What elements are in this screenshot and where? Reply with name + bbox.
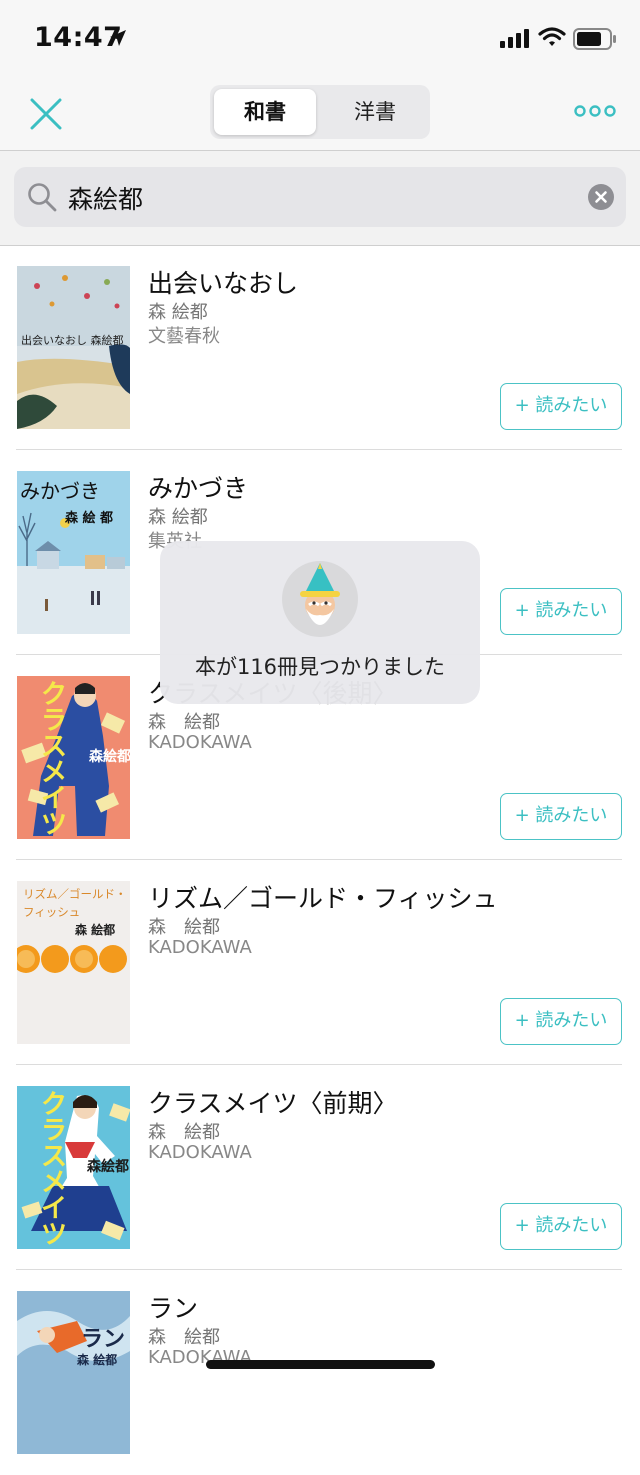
want-to-read-button[interactable]: + 読みたい bbox=[500, 793, 622, 840]
book-row[interactable]: リズム／ゴールド・フィッシュ 森 絵都 リズム／ゴールド・フィッシュ 森 絵都 … bbox=[0, 861, 640, 1065]
segment-western-books[interactable]: 洋書 bbox=[324, 89, 426, 135]
book-row[interactable]: ラン 森 絵都 ラン 森 絵都 KADOKAWA bbox=[0, 1271, 640, 1475]
want-to-read-button[interactable]: + 読みたい bbox=[500, 588, 622, 635]
search-icon bbox=[28, 183, 57, 212]
want-to-read-button[interactable]: + 読みたい bbox=[500, 998, 622, 1045]
book-publisher: KADOKAWA bbox=[148, 937, 252, 958]
book-cover: クラスメイツ 森絵都 bbox=[17, 676, 130, 839]
cover-text: リズム／ゴールド・フィッシュ bbox=[23, 887, 127, 919]
book-cover: ラン 森 絵都 bbox=[17, 1291, 130, 1454]
row-divider bbox=[16, 859, 622, 860]
book-row[interactable]: 出会いなおし 森絵都 出会いなおし 森 絵都 文藝春秋 + 読みたい bbox=[0, 246, 640, 450]
book-cover: 出会いなおし 森絵都 bbox=[17, 266, 130, 429]
want-to-read-button[interactable]: + 読みたい bbox=[500, 383, 622, 430]
cover-subtext: 森絵都 bbox=[89, 749, 130, 765]
location-arrow-icon bbox=[110, 30, 126, 46]
cover-text: クラスメイツ bbox=[41, 680, 68, 839]
results-toast: 本が116冊見つかりました bbox=[160, 541, 480, 704]
search-query[interactable]: 森絵都 bbox=[68, 180, 143, 216]
cover-text: クラスメイツ bbox=[41, 1090, 68, 1249]
cover-text: みかづき bbox=[20, 479, 100, 503]
book-author: 森 絵都 bbox=[148, 1122, 220, 1143]
book-publisher: 文藝春秋 bbox=[148, 326, 220, 347]
status-bar: 14:47 bbox=[0, 0, 640, 80]
row-divider bbox=[16, 1269, 622, 1270]
cover-subtext: 森 絵 都 bbox=[65, 511, 114, 526]
book-title[interactable]: リズム／ゴールド・フィッシュ bbox=[148, 879, 498, 915]
top-bar: 14:47 和書 洋書 bbox=[0, 0, 640, 150]
book-author: 森 絵都 bbox=[148, 302, 208, 323]
book-author: 森 絵都 bbox=[148, 712, 220, 733]
home-indicator bbox=[206, 1360, 435, 1369]
book-author: 森 絵都 bbox=[148, 507, 208, 528]
row-divider bbox=[16, 1064, 622, 1065]
toast-message: 本が116冊見つかりました bbox=[194, 655, 446, 679]
cover-subtext: 森 絵都 bbox=[75, 923, 116, 937]
cellular-signal-icon bbox=[500, 29, 529, 48]
book-publisher: KADOKAWA bbox=[148, 1142, 252, 1163]
wifi-icon bbox=[538, 27, 566, 46]
book-cover: クラスメイツ 森絵都 bbox=[17, 1086, 130, 1249]
cover-subtext: 森 絵都 bbox=[77, 1353, 118, 1367]
segment-japanese-books[interactable]: 和書 bbox=[214, 89, 316, 135]
book-row[interactable]: クラスメイツ 森絵都 クラスメイツ〈前期〉 森 絵都 KADOKAWA + 読み… bbox=[0, 1066, 640, 1270]
clear-search-icon[interactable] bbox=[588, 184, 614, 210]
wizard-mascot-icon bbox=[282, 561, 358, 637]
search-area: 森絵都 bbox=[0, 151, 640, 245]
book-title[interactable]: ラン bbox=[148, 1289, 198, 1325]
book-author: 森 絵都 bbox=[148, 917, 220, 938]
book-title[interactable]: 出会いなおし bbox=[148, 264, 298, 300]
book-cover: リズム／ゴールド・フィッシュ 森 絵都 bbox=[17, 881, 130, 1044]
book-title[interactable]: みかづき bbox=[148, 469, 248, 505]
search-input[interactable]: 森絵都 bbox=[14, 167, 626, 227]
close-button[interactable] bbox=[26, 94, 66, 134]
book-title[interactable]: クラスメイツ〈前期〉 bbox=[148, 1084, 398, 1120]
row-divider bbox=[16, 449, 622, 450]
cover-subtext: 森絵都 bbox=[87, 1159, 129, 1175]
book-author: 森 絵都 bbox=[148, 1327, 220, 1348]
want-to-read-button[interactable]: + 読みたい bbox=[500, 1203, 622, 1250]
book-type-segmented-control: 和書 洋書 bbox=[210, 85, 430, 139]
cover-text: ラン bbox=[81, 1327, 126, 1352]
cover-text: 出会いなおし 森絵都 bbox=[21, 334, 124, 347]
book-publisher: KADOKAWA bbox=[148, 732, 252, 753]
battery-icon bbox=[573, 28, 616, 50]
book-cover: みかづき 森 絵 都 bbox=[17, 471, 130, 634]
more-options-icon[interactable] bbox=[572, 100, 618, 122]
